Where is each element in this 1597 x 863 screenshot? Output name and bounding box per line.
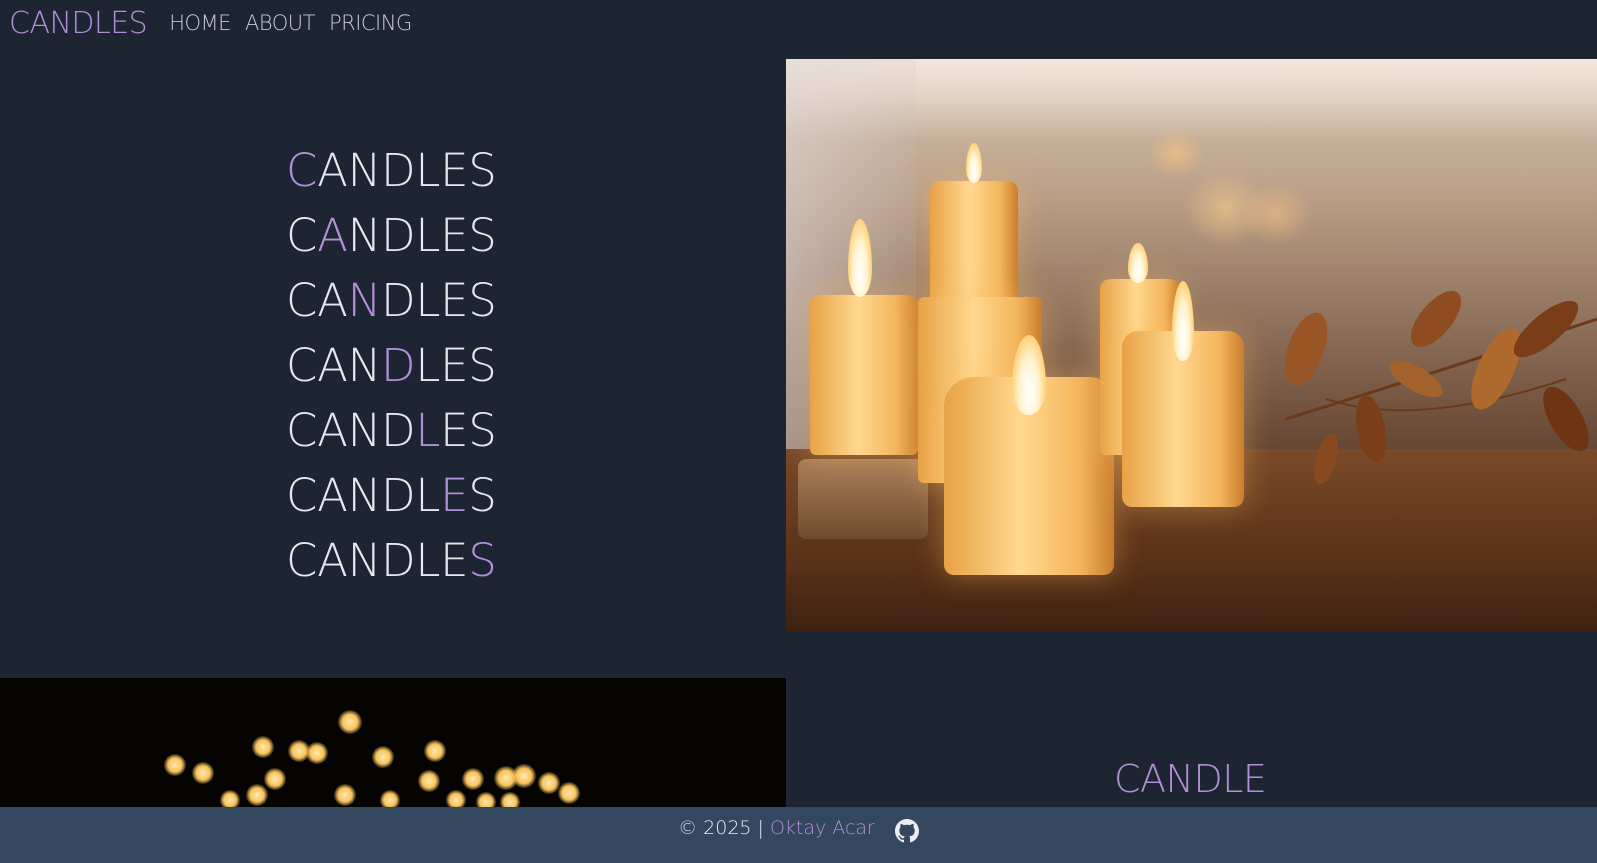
word-highlight: C — [286, 144, 318, 197]
hero-word-row: CANDLES — [286, 270, 546, 335]
word-before: CAND — [286, 404, 416, 457]
flame-icon — [1172, 281, 1194, 361]
word-after: ANDLES — [317, 144, 497, 197]
nav-link-about[interactable]: ABOUT — [245, 11, 315, 35]
hero-word-row: CANDLES — [286, 400, 546, 465]
hero-word-row: CANDLES — [286, 335, 546, 400]
word-after: DLES — [380, 274, 497, 327]
bokeh-light — [424, 740, 446, 762]
hero-letter-list: CANDLES CANDLES CANDLES CANDLES CANDLES … — [286, 140, 546, 595]
word-before: CANDLE — [286, 534, 469, 587]
footer: © 2025 | Oktay Acar — [0, 807, 1597, 863]
flame-icon — [1128, 243, 1148, 283]
hero-word-row: CANDLES — [286, 140, 546, 205]
bokeh-light — [446, 790, 466, 807]
bokeh-light — [306, 742, 328, 764]
bokeh-light — [418, 770, 440, 792]
page: CANDLES HOME ABOUT PRICING CANDLES CANDL… — [0, 0, 1597, 863]
nav-links: HOME ABOUT PRICING — [169, 11, 412, 35]
flame-icon — [966, 143, 982, 183]
bokeh-light — [500, 792, 520, 807]
word-before: CA — [286, 274, 348, 327]
hero-word-row: CANDLES — [286, 530, 546, 595]
bokeh-light — [338, 710, 362, 734]
word-before: CAN — [286, 339, 381, 392]
word-after: S — [468, 469, 497, 522]
author-link[interactable]: Oktay Acar — [770, 817, 875, 839]
nav-link-pricing[interactable]: PRICING — [329, 11, 412, 35]
github-icon[interactable] — [894, 819, 919, 843]
bokeh-light — [164, 754, 186, 776]
hero-candles-image — [786, 59, 1597, 631]
bokeh-light — [380, 790, 400, 807]
brand-logo[interactable]: CANDLES — [9, 6, 148, 41]
candle-tall — [930, 181, 1018, 303]
hero-word-row: CANDLES — [286, 465, 546, 530]
bokeh-light — [538, 772, 560, 794]
bokeh-light — [476, 792, 496, 807]
word-before: CANDL — [286, 469, 441, 522]
bokeh-light — [334, 784, 356, 806]
bokeh-candles-image — [0, 678, 786, 807]
bokeh-light — [252, 736, 274, 758]
bokeh-light — [264, 768, 286, 790]
bokeh-light — [246, 784, 268, 806]
bokeh-light — [462, 768, 484, 790]
bokeh-light — [372, 746, 394, 768]
word-highlight: D — [380, 339, 416, 392]
bokeh-light — [220, 790, 240, 807]
word-after: NDLES — [347, 209, 497, 262]
top-nav: CANDLES HOME ABOUT PRICING — [0, 0, 1597, 46]
section-heading: CANDLE — [1114, 757, 1267, 801]
candle-glass — [798, 459, 928, 539]
word-before: C — [286, 209, 318, 262]
word-highlight: L — [415, 404, 441, 457]
bokeh-light — [512, 764, 536, 788]
nav-link-home[interactable]: HOME — [169, 11, 231, 35]
word-highlight: E — [440, 469, 469, 522]
bokeh-light — [192, 762, 214, 784]
word-highlight: S — [468, 534, 497, 587]
word-after: ES — [440, 404, 497, 457]
hero-word-row: CANDLES — [286, 205, 546, 270]
copyright-text: © 2025 | — [678, 817, 764, 839]
bokeh-light — [558, 782, 580, 804]
word-highlight: A — [317, 209, 348, 262]
word-highlight: N — [347, 274, 382, 327]
candle-left — [810, 295, 918, 455]
eucalyptus-leaves-icon — [1284, 290, 1597, 485]
word-after: LES — [415, 339, 497, 392]
